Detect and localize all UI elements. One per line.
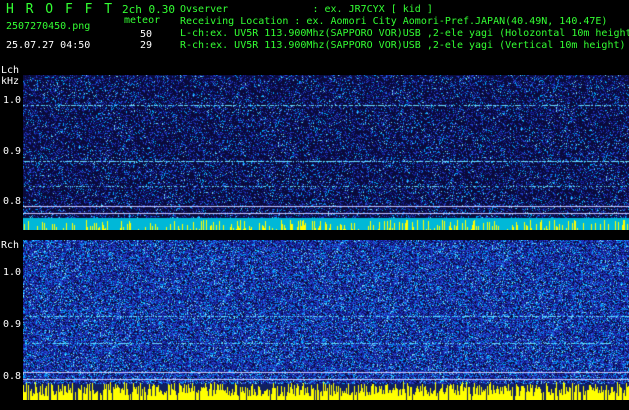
lch-count: 50: [140, 29, 153, 40]
version-label: 2ch 0.30: [122, 3, 175, 16]
rch-info-line: R-ch:ex. UV5R 113.900Mhz(SAPPORO VOR)USB…: [180, 40, 626, 51]
lch-label: Lch: [1, 65, 20, 76]
lch-ytick-1: 1.0: [3, 95, 22, 106]
lch-ytick-2: 0.9: [3, 146, 22, 157]
rch-ytick-2: 0.9: [3, 319, 22, 330]
lch-unit: kHz: [1, 76, 20, 87]
rch-label: Rch: [1, 240, 20, 251]
rch-count: 29: [140, 40, 153, 51]
rch-ytick-1: 1.0: [3, 267, 22, 278]
lch-ytick-3: 0.8: [3, 196, 22, 207]
location-line: Receiving Location : ex. Aomori City Aom…: [180, 16, 608, 27]
mode-label: meteor: [124, 15, 161, 26]
rch-ytick-3: 0.8: [3, 371, 22, 382]
observer-line: Ovserver : ex. JR7CYX [ kid ]: [180, 4, 433, 15]
filename: 2507270450.png: [6, 21, 91, 32]
lch-spectrogram: [23, 75, 629, 230]
app-brand: H R O F F T: [6, 2, 115, 17]
lch-info-line: L-ch:ex. UV5R 113.900Mhz(SAPPORO VOR)USB…: [180, 28, 629, 39]
rch-spectrogram: [23, 240, 629, 400]
datetime: 25.07.27 04:50: [6, 40, 91, 51]
